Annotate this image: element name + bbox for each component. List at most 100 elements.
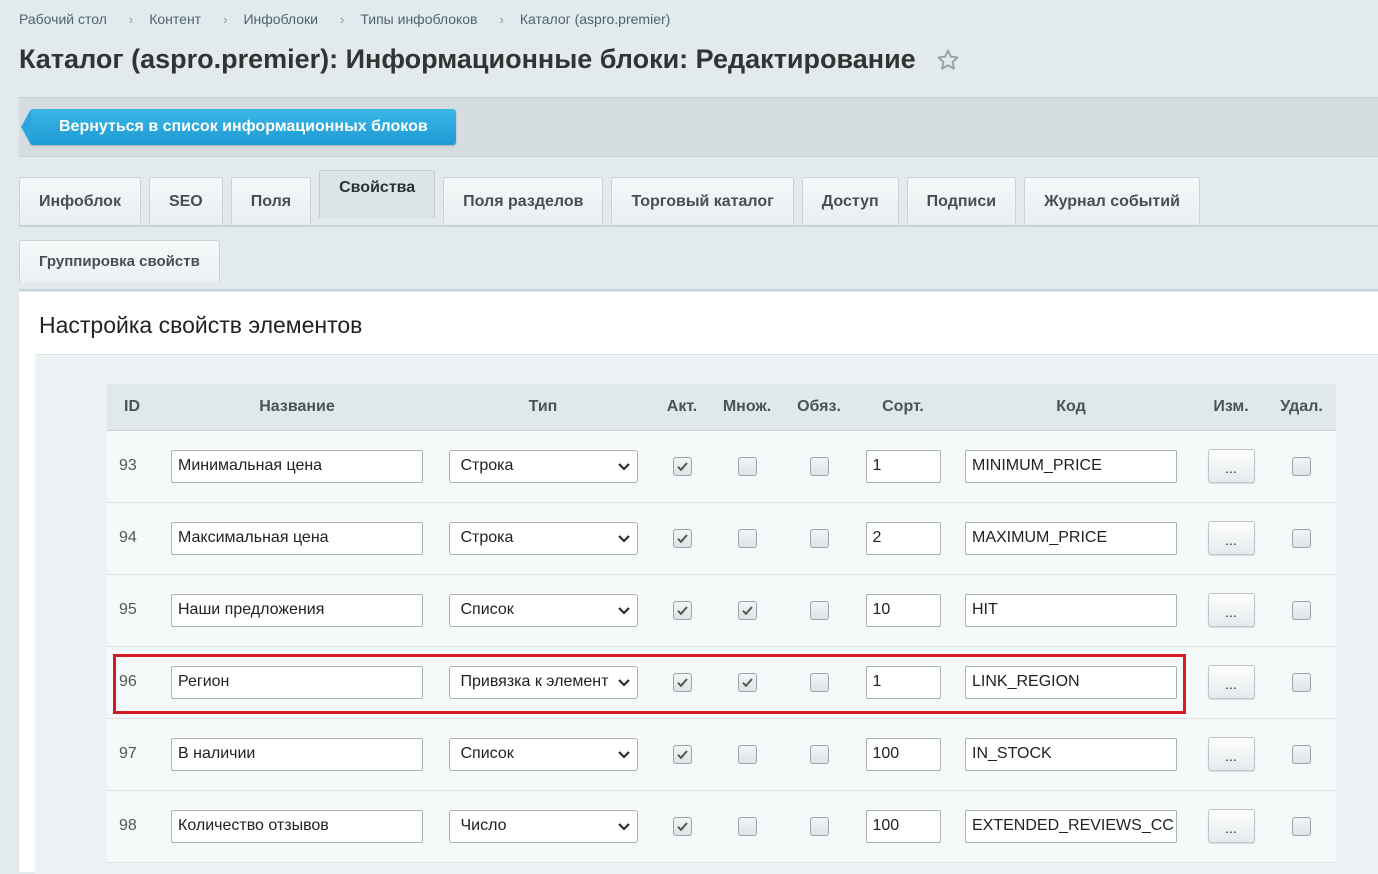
- delete-checkbox[interactable]: [1292, 816, 1311, 836]
- tab-iblock[interactable]: Инфоблок: [19, 177, 141, 225]
- sort-input[interactable]: 1: [865, 449, 941, 483]
- code-input[interactable]: EXTENDED_REVIEWS_CC: [965, 809, 1177, 843]
- breadcrumb-item-desktop[interactable]: Рабочий стол: [19, 11, 107, 27]
- tab-seo[interactable]: SEO: [148, 177, 223, 225]
- edit-property-button[interactable]: ...: [1207, 593, 1255, 627]
- property-id: 95: [107, 574, 157, 647]
- breadcrumb-item-content[interactable]: Контент: [149, 11, 201, 27]
- chevron-down-icon: [617, 819, 631, 833]
- sort-input[interactable]: 2: [865, 521, 941, 555]
- edit-property-button[interactable]: ...: [1207, 809, 1255, 843]
- star-icon[interactable]: [936, 48, 960, 72]
- sort-input[interactable]: 100: [865, 809, 941, 843]
- delete-checkbox[interactable]: [1292, 600, 1311, 620]
- property-type-select[interactable]: Строка: [448, 521, 638, 555]
- subtab-property-grouping[interactable]: Группировка свойств: [19, 240, 220, 282]
- required-checkbox[interactable]: [809, 672, 829, 692]
- sort-input[interactable]: 10: [865, 593, 941, 627]
- required-checkbox[interactable]: [809, 816, 829, 836]
- header-name: Название: [157, 384, 437, 431]
- multiple-checkbox[interactable]: [737, 528, 757, 548]
- active-checkbox[interactable]: [672, 672, 692, 692]
- header-id: ID: [107, 384, 157, 431]
- active-checkbox[interactable]: [672, 744, 692, 764]
- tab-properties[interactable]: Свойства: [319, 170, 436, 218]
- property-type-select[interactable]: Строка: [448, 449, 638, 483]
- edit-property-button[interactable]: ...: [1207, 665, 1255, 699]
- content-panel: Настройка свойств элементов ID Название …: [19, 292, 1378, 874]
- tab-section-fields[interactable]: Поля разделов: [443, 177, 604, 225]
- breadcrumb-item-iblocks[interactable]: Инфоблоки: [243, 11, 318, 27]
- property-name-input[interactable]: В наличии: [171, 737, 423, 771]
- breadcrumb-item-catalog[interactable]: Каталог (aspro.premier): [520, 11, 670, 27]
- tab-bar: Инфоблок SEO Поля Свойства Поля разделов…: [19, 170, 1208, 225]
- property-type-select[interactable]: Привязка к элемент: [448, 665, 638, 699]
- delete-checkbox[interactable]: [1292, 456, 1311, 476]
- title-row: Каталог (aspro.premier): Информационные …: [19, 44, 960, 75]
- code-input[interactable]: HIT: [965, 593, 1177, 627]
- multiple-checkbox[interactable]: [737, 672, 757, 692]
- property-type-select[interactable]: Список: [448, 593, 638, 627]
- table-row: 93 Минимальная цена Строка 1 MINIMUM_PRI…: [107, 430, 1336, 503]
- property-name-input[interactable]: Максимальная цена: [171, 521, 423, 555]
- page-title: Каталог (aspro.premier): Информационные …: [19, 44, 916, 74]
- header-active: Акт.: [649, 384, 715, 431]
- active-checkbox[interactable]: [672, 528, 692, 548]
- required-checkbox[interactable]: [809, 528, 829, 548]
- property-name-input[interactable]: Количество отзывов: [171, 809, 423, 843]
- table-header-row: ID Название Тип Акт. Множ. Обяз. Сорт. К…: [107, 384, 1336, 431]
- chevron-down-icon: [617, 675, 631, 689]
- property-type-select[interactable]: Список: [448, 737, 638, 771]
- edit-property-button[interactable]: ...: [1207, 449, 1255, 483]
- tab-trade-catalog[interactable]: Торговый каталог: [611, 177, 794, 225]
- code-input[interactable]: MAXIMUM_PRICE: [965, 521, 1177, 555]
- property-name-input[interactable]: Регион: [171, 665, 423, 699]
- property-type-value: Строка: [460, 529, 514, 546]
- breadcrumb-separator-icon: ›: [499, 11, 504, 27]
- code-input[interactable]: LINK_REGION: [965, 665, 1177, 699]
- required-checkbox[interactable]: [809, 744, 829, 764]
- edit-property-button[interactable]: ...: [1207, 521, 1255, 555]
- sort-input[interactable]: 1: [865, 665, 941, 699]
- tab-event-log[interactable]: Журнал событий: [1024, 177, 1200, 225]
- back-to-list-button[interactable]: Вернуться в список информационных блоков: [21, 109, 456, 145]
- property-name-input[interactable]: Минимальная цена: [171, 449, 423, 483]
- delete-checkbox[interactable]: [1292, 528, 1311, 548]
- breadcrumb-separator-icon: ›: [128, 11, 134, 27]
- delete-checkbox[interactable]: [1292, 672, 1311, 692]
- multiple-checkbox[interactable]: [737, 744, 757, 764]
- breadcrumb-separator-icon: ›: [223, 11, 228, 27]
- tab-divider: [19, 225, 1378, 227]
- sort-input[interactable]: 100: [865, 737, 941, 771]
- breadcrumb: Рабочий стол › Контент › Инфоблоки › Тип…: [19, 11, 670, 27]
- edit-property-button[interactable]: ...: [1207, 737, 1255, 771]
- active-checkbox[interactable]: [672, 816, 692, 836]
- properties-panel: ID Название Тип Акт. Множ. Обяз. Сорт. К…: [35, 354, 1378, 874]
- breadcrumb-item-iblock-types[interactable]: Типы инфоблоков: [360, 11, 477, 27]
- multiple-checkbox[interactable]: [737, 816, 757, 836]
- properties-table: ID Название Тип Акт. Множ. Обяз. Сорт. К…: [107, 384, 1336, 863]
- table-row: 96 Регион Привязка к элемент 1 LINK_REGI…: [107, 646, 1336, 719]
- active-checkbox[interactable]: [672, 600, 692, 620]
- tab-captions[interactable]: Подписи: [906, 177, 1017, 225]
- tab-fields[interactable]: Поля: [230, 177, 312, 225]
- property-id: 97: [107, 718, 157, 791]
- active-checkbox[interactable]: [672, 456, 692, 476]
- multiple-checkbox[interactable]: [737, 600, 757, 620]
- header-delete: Удал.: [1267, 384, 1336, 431]
- required-checkbox[interactable]: [809, 456, 829, 476]
- property-type-select[interactable]: Число: [448, 809, 638, 843]
- code-input[interactable]: MINIMUM_PRICE: [965, 449, 1177, 483]
- subtab-bar: Группировка свойств: [19, 240, 220, 282]
- code-input[interactable]: IN_STOCK: [965, 737, 1177, 771]
- section-title: Настройка свойств элементов: [39, 312, 363, 338]
- chevron-down-icon: [617, 531, 631, 545]
- property-name-input[interactable]: Наши предложения: [171, 593, 423, 627]
- property-type-value: Привязка к элемент: [460, 673, 609, 690]
- delete-checkbox[interactable]: [1292, 744, 1311, 764]
- tab-access[interactable]: Доступ: [801, 177, 899, 225]
- property-type-value: Список: [460, 601, 514, 618]
- header-code: Код: [947, 384, 1195, 431]
- multiple-checkbox[interactable]: [737, 456, 757, 476]
- required-checkbox[interactable]: [809, 600, 829, 620]
